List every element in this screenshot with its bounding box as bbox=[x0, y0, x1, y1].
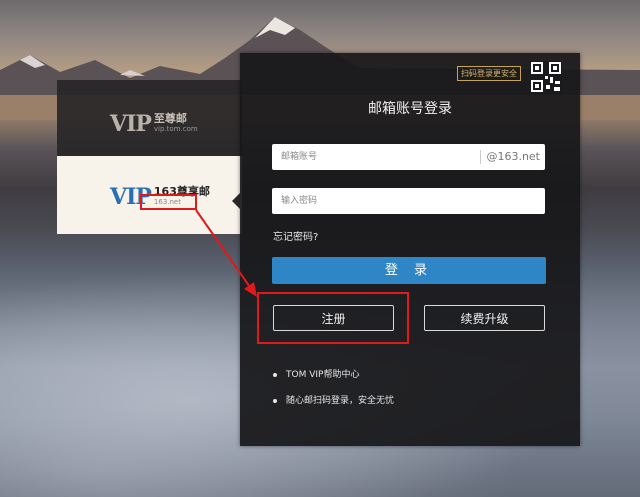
login-button[interactable]: 登 录 bbox=[272, 257, 546, 284]
panel-pointer bbox=[232, 193, 240, 209]
account-placeholder: 邮箱账号 bbox=[281, 152, 318, 162]
password-placeholder: 输入密码 bbox=[281, 196, 318, 206]
vip-logo: VIP bbox=[110, 111, 152, 137]
help-list: TOM VIP帮助中心 随心邮扫码登录，安全无忧 bbox=[273, 368, 394, 420]
annotation-box-register bbox=[257, 292, 409, 344]
renew-upgrade-button[interactable]: 续费升级 bbox=[424, 305, 545, 331]
qr-code-icon[interactable] bbox=[530, 61, 562, 93]
password-input[interactable]: 输入密码 bbox=[272, 188, 545, 214]
domain-suffix: @163.net bbox=[486, 150, 540, 163]
qr-login-tip[interactable]: 扫码登录更安全 bbox=[457, 66, 521, 81]
qr-login-link[interactable]: 随心邮扫码登录，安全无忧 bbox=[273, 394, 394, 420]
annotation-box-domain bbox=[140, 194, 197, 210]
brand-name: 至尊邮 bbox=[153, 112, 187, 125]
brand-domain: vip.tom.com bbox=[153, 125, 198, 133]
forgot-password-link[interactable]: 忘记密码? bbox=[273, 228, 318, 243]
help-center-link[interactable]: TOM VIP帮助中心 bbox=[273, 368, 394, 394]
mail-selector: VIP 至尊邮 vip.tom.com VIP 163尊享邮 163.net bbox=[57, 80, 242, 234]
tab-vip-tom[interactable]: VIP 至尊邮 vip.tom.com bbox=[57, 80, 242, 156]
page-title: 邮箱账号登录 bbox=[368, 101, 452, 117]
account-input[interactable]: 邮箱账号 @163.net bbox=[272, 144, 545, 170]
divider bbox=[480, 150, 481, 164]
